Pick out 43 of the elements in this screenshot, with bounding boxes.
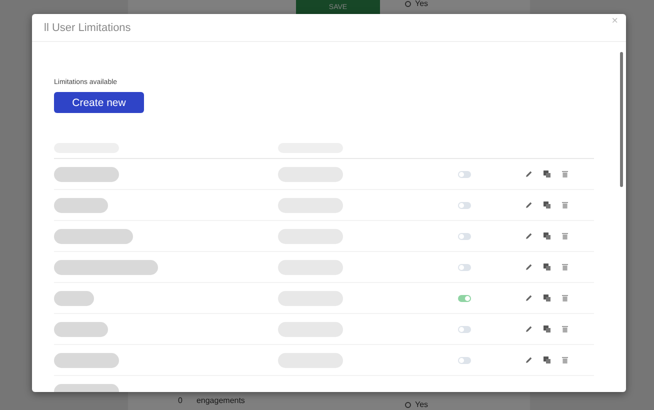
edit-icon[interactable] [525, 325, 533, 333]
trash-icon[interactable] [561, 356, 569, 364]
copy-icon[interactable] [543, 201, 551, 209]
toggle-switch[interactable] [458, 202, 471, 208]
option-label: Yes [415, 0, 428, 8]
copy-icon[interactable] [543, 232, 551, 240]
copy-icon[interactable] [543, 294, 551, 302]
close-button[interactable]: × [612, 14, 618, 26]
create-new-button[interactable]: Create new [54, 92, 144, 113]
toggle-switch[interactable] [458, 264, 471, 270]
edit-icon[interactable] [525, 294, 533, 302]
copy-icon[interactable] [543, 356, 551, 364]
trash-icon[interactable] [561, 170, 569, 178]
edit-icon[interactable] [525, 356, 533, 364]
edit-icon[interactable] [525, 232, 533, 240]
toggle-switch[interactable] [458, 356, 471, 364]
trash-icon[interactable] [561, 232, 569, 240]
copy-icon[interactable] [543, 170, 551, 178]
copy-icon[interactable] [543, 263, 551, 271]
radio-button[interactable] [405, 0, 411, 6]
trash-icon[interactable] [561, 294, 569, 302]
loading-placeholder [54, 198, 108, 212]
edit-icon[interactable] [525, 170, 533, 178]
loading-placeholder [54, 352, 119, 368]
edit-icon[interactable] [525, 201, 533, 209]
engagements-label: engagements [196, 396, 245, 404]
toggle-switch[interactable] [458, 294, 471, 302]
loading-placeholder [54, 166, 119, 182]
toggle-switch[interactable] [458, 170, 471, 178]
trash-icon[interactable] [561, 325, 569, 333]
modal-title: ll User Limitations [44, 22, 131, 34]
option-label: Yes [415, 400, 428, 409]
radio-button[interactable] [405, 402, 411, 408]
scrollbar[interactable] [620, 52, 623, 187]
edit-icon[interactable] [525, 263, 533, 271]
toggle-switch[interactable] [458, 232, 471, 240]
count-text: 0 [178, 396, 182, 404]
copy-icon[interactable] [543, 325, 551, 333]
loading-placeholder [54, 290, 94, 306]
toggle-switch[interactable] [458, 326, 471, 332]
trash-icon[interactable] [561, 201, 569, 209]
loading-placeholder [54, 322, 108, 336]
trash-icon[interactable] [561, 263, 569, 271]
